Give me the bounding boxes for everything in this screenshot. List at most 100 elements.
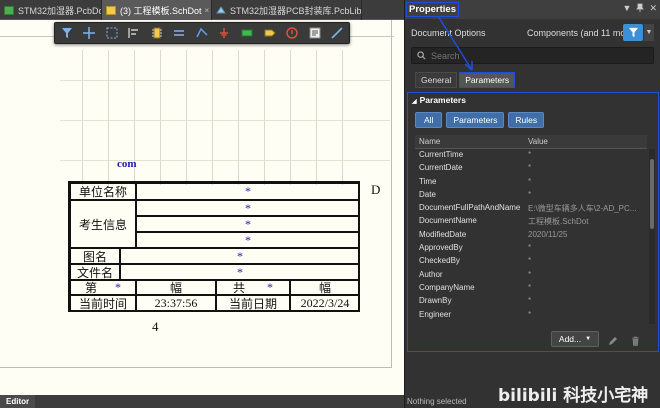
parameter-value[interactable]: * [528, 283, 531, 292]
components-filter-label: Components (and 11 more) [527, 28, 637, 38]
parameter-value[interactable]: * [528, 256, 531, 265]
parameter-value[interactable]: * [528, 310, 531, 319]
add-button[interactable]: Add... ▼ [551, 331, 599, 347]
zone-letter: D [371, 182, 381, 197]
table-row[interactable]: Organization * [415, 322, 647, 324]
close-icon[interactable]: × [205, 6, 210, 15]
parameter-name: Engineer [419, 309, 452, 319]
tab-schdot[interactable]: (3) 工程模板.SchDot × [102, 0, 212, 20]
wire-icon[interactable] [194, 25, 210, 41]
parameters-section: ◢ Parameters All Parameters Rules Name Va… [407, 92, 659, 352]
filter-rules-button[interactable]: Rules [508, 112, 545, 128]
harness-icon[interactable] [239, 25, 255, 41]
no-erc-icon[interactable] [284, 25, 300, 41]
port-icon[interactable] [262, 25, 278, 41]
examinee-value: * [136, 216, 360, 232]
table-row[interactable]: Author * [415, 269, 647, 282]
parameter-name: CheckedBy [419, 256, 460, 266]
power-port-icon[interactable] [217, 25, 233, 41]
grid-line [160, 50, 161, 185]
parameter-name: DocumentName [419, 216, 477, 226]
parameter-value[interactable]: * [528, 163, 531, 172]
move-icon[interactable] [82, 25, 98, 41]
current-date-value: 2022/3/24 [290, 295, 360, 312]
parameter-value[interactable]: * [528, 323, 531, 324]
parameter-name: CurrentTime [419, 150, 464, 159]
parameter-value[interactable]: * [528, 243, 531, 252]
parameter-value[interactable]: * [528, 177, 531, 186]
tab-general[interactable]: General [415, 72, 458, 88]
add-button-label: Add... [558, 334, 582, 344]
component-icon[interactable] [149, 25, 165, 41]
parameter-name: Date [419, 189, 436, 199]
drawing-name-label: 图名 [70, 248, 120, 264]
tab-parameters[interactable]: Parameters [459, 72, 516, 88]
editor-tab[interactable]: Editor [0, 395, 36, 408]
sheet-border-line [391, 20, 392, 368]
column-header-value[interactable]: Value [528, 137, 548, 146]
grid-line [60, 160, 390, 161]
file-name-value: * [120, 264, 360, 280]
parameter-value[interactable]: * [528, 296, 531, 305]
close-icon[interactable]: ✕ [649, 3, 657, 14]
grid-line [60, 120, 390, 121]
filter-icon[interactable] [59, 25, 75, 41]
chevron-down-icon[interactable]: ▼ [644, 24, 654, 41]
select-rect-icon[interactable] [104, 25, 120, 41]
title-block[interactable]: 单位名称 * 考生信息 * * * 图名 * 文件名 * 第 * 幅 共 * 幅 [68, 181, 360, 312]
table-row[interactable]: ApprovedBy * [415, 242, 647, 255]
table-row[interactable]: DrawnBy * [415, 295, 647, 308]
tab-label: STM32加湿器PCB封装库.PcbLib [230, 5, 362, 16]
panel-controls: ▼ ✕ [623, 3, 657, 14]
scrollbar-thumb[interactable] [650, 159, 654, 229]
table-row[interactable]: Date * [415, 189, 647, 202]
table-row[interactable]: Engineer * [415, 309, 647, 322]
pcb-lib-icon [216, 5, 226, 13]
status-text: Nothing selected [407, 397, 467, 406]
unit-name-label: 单位名称 [70, 183, 136, 200]
schematic-canvas[interactable]: com D 4 单位名称 * 考生信息 * * * 图名 * 文件名 * 第 *… [0, 20, 404, 395]
panel-menu-icon[interactable]: ▼ [623, 3, 632, 14]
align-icon[interactable] [127, 25, 143, 41]
filter-parameters-button[interactable]: Parameters [446, 112, 505, 128]
total-unit: 幅 [290, 280, 360, 295]
table-row[interactable]: Time * [415, 176, 647, 189]
properties-tabs: General Parameters [415, 72, 516, 88]
sheet-label: 第 * [70, 280, 136, 295]
tab-pcbdoc[interactable]: STM32加湿器.PcbDoc × [0, 0, 102, 20]
line-icon[interactable] [329, 25, 345, 41]
grid-line [186, 50, 187, 185]
pin-icon[interactable] [636, 3, 645, 14]
tab-label: STM32加湿器.PcbDoc [18, 5, 102, 16]
parameter-value[interactable]: * [528, 270, 531, 279]
parameter-value[interactable]: 2020/11/25 [528, 230, 567, 239]
sheet-value: * [115, 280, 121, 294]
pcb-doc-icon [4, 5, 14, 15]
sheet-unit: 幅 [136, 280, 216, 295]
filter-all-button[interactable]: All [415, 112, 443, 128]
table-row[interactable]: CheckedBy * [415, 255, 647, 268]
text-frame-icon[interactable] [307, 25, 323, 41]
edit-icon[interactable] [608, 333, 618, 351]
table-row[interactable]: CurrentDate * [415, 162, 647, 175]
net-label-com[interactable]: com [117, 158, 137, 170]
scrollbar[interactable] [649, 149, 655, 324]
table-row[interactable]: DocumentFullPathAndName E:\微型车辆多人车\2-AD_P… [415, 202, 647, 215]
section-title[interactable]: ◢ Parameters [412, 95, 466, 105]
table-row[interactable]: CurrentTime * [415, 149, 647, 162]
parameter-value[interactable]: * [528, 150, 531, 159]
table-row[interactable]: CompanyName * [415, 282, 647, 295]
parameter-value[interactable]: E:\微型车辆多人车\2-AD_PC... [528, 203, 636, 214]
filter-button[interactable] [623, 24, 643, 41]
parameter-name: Time [419, 176, 437, 186]
tab-pcblib[interactable]: STM32加湿器PCB封装库.PcbLib [212, 0, 362, 20]
parameter-value[interactable]: 工程模板.SchDot [528, 216, 588, 227]
column-header-name[interactable]: Name [419, 137, 440, 146]
schematic-doc-icon [106, 5, 116, 15]
trash-icon[interactable] [631, 333, 640, 351]
table-row[interactable]: ModifiedDate 2020/11/25 [415, 229, 647, 242]
parameter-value[interactable]: * [528, 190, 531, 199]
parameter-name: DocumentFullPathAndName [419, 203, 521, 213]
table-row[interactable]: DocumentName 工程模板.SchDot [415, 215, 647, 228]
bus-icon[interactable] [172, 25, 188, 41]
